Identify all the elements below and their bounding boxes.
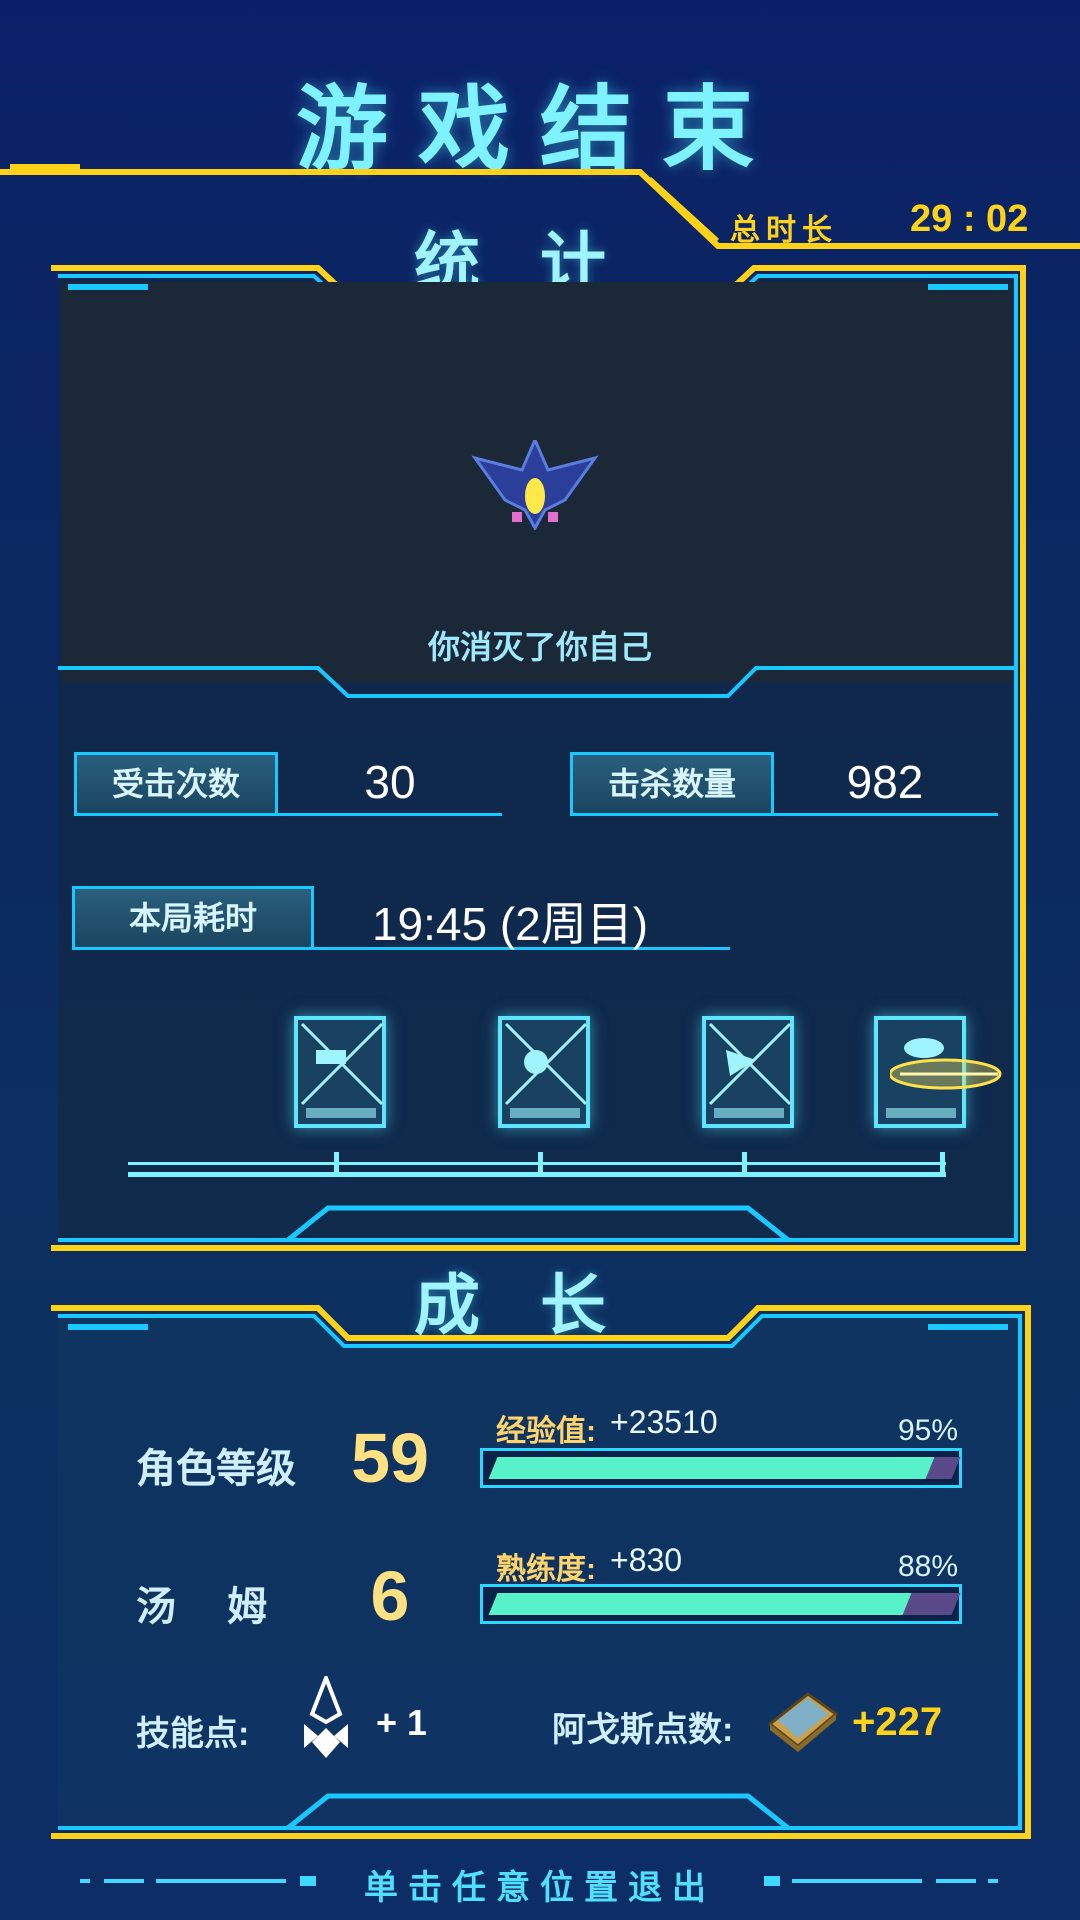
glowing-blade-icon bbox=[890, 1058, 1002, 1090]
proficiency-gain: +830 bbox=[610, 1542, 683, 1578]
proficiency-label: 熟练度: bbox=[496, 1553, 596, 1586]
run-time-label: 本局耗时 bbox=[72, 886, 314, 950]
level-label: 角色等级 bbox=[136, 1447, 296, 1491]
level-value: 59 bbox=[351, 1419, 429, 1497]
hits-label: 受击次数 bbox=[74, 752, 278, 816]
proficiency-progress-bar bbox=[480, 1584, 962, 1624]
kills-underline bbox=[774, 813, 998, 816]
kills-value: 982 bbox=[846, 756, 924, 808]
hits-underline bbox=[278, 813, 502, 816]
skill-points-label: 技能点: bbox=[136, 1715, 250, 1753]
character-label: 汤 姆 bbox=[136, 1585, 288, 1629]
exp-progress-bar bbox=[480, 1448, 962, 1488]
hits-value: 30 bbox=[364, 756, 416, 808]
skill-points-value: + 1 bbox=[376, 1702, 428, 1743]
skill-crystal-icon bbox=[304, 1676, 348, 1758]
exp-gain: +23510 bbox=[610, 1404, 718, 1440]
weapon-card-1-icon bbox=[294, 1016, 386, 1128]
kills-label: 击杀数量 bbox=[570, 752, 774, 816]
run-time-value: 19:45 (2周目) bbox=[371, 898, 649, 950]
token-stack-icon bbox=[767, 1692, 839, 1752]
exp-percent: 95% bbox=[898, 1414, 959, 1447]
proficiency-percent: 88% bbox=[898, 1550, 959, 1583]
weapon-card-3-icon bbox=[702, 1016, 794, 1128]
defeat-message: 你消灭了你自己 bbox=[427, 629, 652, 665]
exp-label: 经验值: bbox=[496, 1415, 596, 1448]
weapon-card-2-icon bbox=[498, 1016, 590, 1128]
ago-points-value: +227 bbox=[852, 1700, 943, 1744]
total-time-label: 总时长 bbox=[730, 214, 838, 247]
player-ship-icon bbox=[471, 440, 599, 530]
ago-points-label: 阿戈斯点数: bbox=[552, 1711, 734, 1749]
item-timeline bbox=[128, 1152, 946, 1177]
total-time-value: 29 : 02 bbox=[910, 198, 1029, 240]
character-level-value: 6 bbox=[370, 1557, 410, 1635]
exit-hint[interactable]: 单击任意位置退出 bbox=[0, 1860, 1080, 1909]
